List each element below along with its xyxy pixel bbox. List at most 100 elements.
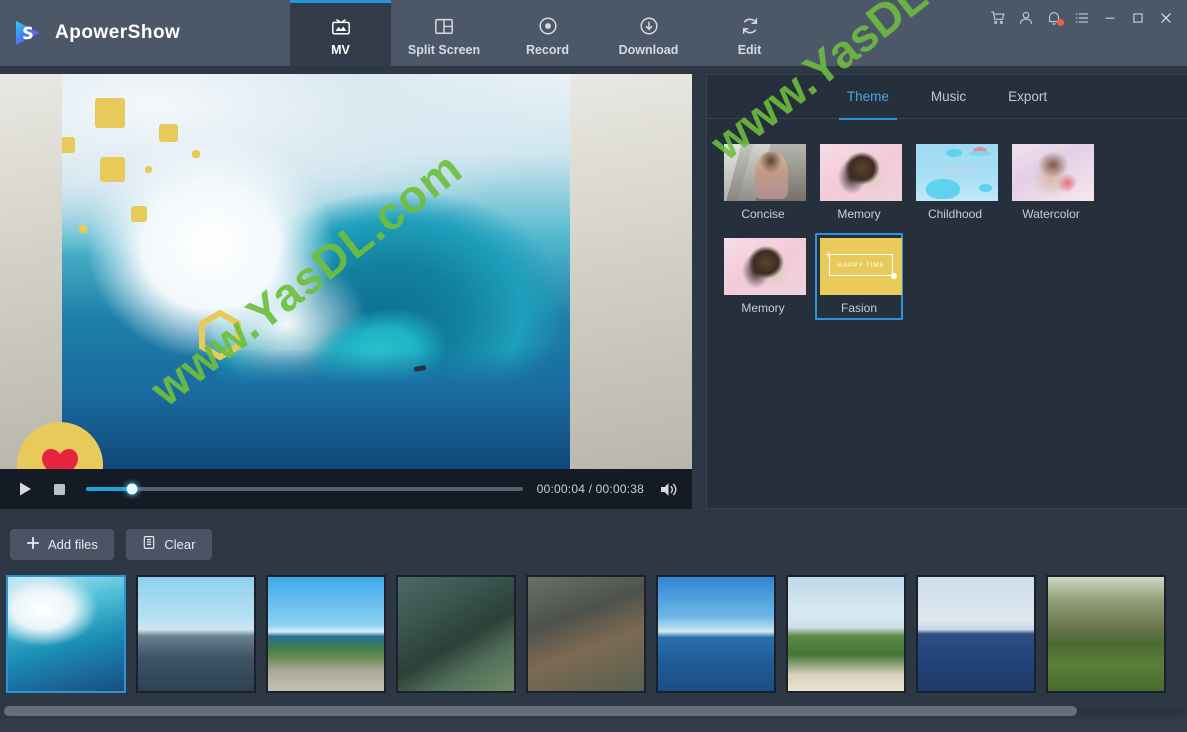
- tv-icon: [330, 13, 352, 39]
- theme-caption-frame: HAPPY TIME: [829, 254, 893, 276]
- filmstrip-item[interactable]: [396, 575, 516, 693]
- theme-label: Concise: [724, 206, 802, 222]
- player-controls: 00:00:04 / 00:00:38: [0, 469, 692, 509]
- nav-tab-split-screen[interactable]: Split Screen: [391, 0, 497, 66]
- theme-grid: Concise Memory MY GROWTH RECORD Childhoo…: [707, 119, 1187, 320]
- theme-label: Memory: [724, 300, 802, 316]
- play-logo-icon: [12, 17, 44, 49]
- filmstrip-item[interactable]: [656, 575, 776, 693]
- scrollbar-track[interactable]: [4, 706, 1183, 716]
- theme-caption: MY GROWTH RECORD: [933, 167, 982, 172]
- theme-label: Fasion: [820, 300, 898, 316]
- progress-slider[interactable]: [86, 487, 523, 491]
- nav-tab-mv-label: MV: [331, 44, 350, 57]
- filmstrip-item[interactable]: [266, 575, 386, 693]
- heart-icon: [40, 447, 80, 469]
- add-files-label: Add files: [48, 537, 98, 552]
- file-toolbar: Add files Clear: [0, 517, 1187, 571]
- tab-music[interactable]: Music: [927, 75, 970, 119]
- trash-icon: [142, 535, 156, 553]
- nav-tab-edit-label: Edit: [738, 44, 762, 57]
- overlay-square: [100, 157, 125, 182]
- time-display: 00:00:04 / 00:00:38: [537, 482, 644, 496]
- theme-item-memory-2[interactable]: Memory: [719, 233, 807, 320]
- play-icon[interactable]: [12, 476, 38, 502]
- overlay-square: [192, 150, 200, 158]
- filmstrip-item[interactable]: [526, 575, 646, 693]
- stop-icon[interactable]: [46, 476, 72, 502]
- filmstrip-scrollbar[interactable]: [0, 703, 1187, 719]
- cart-icon[interactable]: [984, 4, 1012, 32]
- overlay-square: [145, 166, 152, 173]
- record-circle-icon: [537, 13, 559, 39]
- theme-thumbnail: [724, 144, 806, 201]
- preview-frame: [62, 74, 570, 469]
- tab-export[interactable]: Export: [1004, 75, 1051, 119]
- video-preview[interactable]: www.YasDL.com: [0, 74, 692, 469]
- plus-icon: [26, 536, 40, 553]
- tab-theme[interactable]: Theme: [843, 75, 893, 119]
- close-icon[interactable]: [1152, 4, 1180, 32]
- progress-knob[interactable]: [126, 484, 137, 495]
- preview-letterbox-right: [570, 74, 692, 469]
- clear-label: Clear: [164, 537, 195, 552]
- scrollbar-thumb[interactable]: [4, 706, 1077, 716]
- add-files-button[interactable]: Add files: [10, 529, 114, 560]
- nav-tab-download-label: Download: [619, 44, 679, 57]
- theme-item-watercolor[interactable]: Watercolor: [1007, 139, 1095, 226]
- notification-badge: [1057, 19, 1064, 26]
- theme-thumbnail: + HAPPY TIME: [820, 238, 902, 295]
- media-filmstrip[interactable]: [0, 571, 1187, 703]
- nav-tab-download[interactable]: Download: [598, 0, 699, 66]
- refresh-cycle-icon: [739, 13, 761, 39]
- nav-tab-record-label: Record: [526, 44, 569, 57]
- theme-dot: [891, 273, 897, 279]
- overlay-square: [131, 206, 147, 222]
- bell-icon[interactable]: [1040, 4, 1068, 32]
- apowershow-window: ApowerShow MV: [0, 0, 1187, 732]
- theme-thumbnail: [820, 144, 902, 201]
- window-controls: [984, 0, 1187, 36]
- theme-item-memory-1[interactable]: Memory: [815, 139, 903, 226]
- list-icon[interactable]: [1068, 4, 1096, 32]
- theme-item-childhood[interactable]: MY GROWTH RECORD Childhood: [911, 139, 999, 226]
- overlay-hexagon: [196, 309, 244, 361]
- user-icon[interactable]: [1012, 4, 1040, 32]
- theme-item-fasion[interactable]: + HAPPY TIME Fasion: [815, 233, 903, 320]
- overlay-square: [79, 225, 87, 233]
- nav-tab-edit[interactable]: Edit: [699, 0, 800, 66]
- filmstrip-item[interactable]: [1046, 575, 1166, 693]
- status-bar: [0, 719, 1187, 732]
- overlay-square: [95, 98, 125, 128]
- theme-caption: HAPPY TIME: [837, 262, 884, 269]
- volume-icon[interactable]: [656, 477, 680, 501]
- theme-label: Memory: [820, 206, 898, 222]
- theme-thumbnail: MY GROWTH RECORD: [916, 144, 998, 201]
- filmstrip-item[interactable]: [136, 575, 256, 693]
- progress-fill: [86, 487, 132, 491]
- brand-area: ApowerShow: [0, 0, 290, 66]
- filmstrip-item[interactable]: [6, 575, 126, 693]
- theme-item-concise[interactable]: Concise: [719, 139, 807, 226]
- filmstrip-item[interactable]: [786, 575, 906, 693]
- title-bar: ApowerShow MV: [0, 0, 1187, 66]
- filmstrip-item[interactable]: [916, 575, 1036, 693]
- theme-label: Watercolor: [1012, 206, 1090, 222]
- theme-thumbnail: [724, 238, 806, 295]
- theme-thumbnail: [1012, 144, 1094, 201]
- layout-split-icon: [433, 13, 455, 39]
- wave-water: [62, 349, 570, 469]
- nav-tab-mv[interactable]: MV: [290, 0, 391, 66]
- side-panel: Theme Music Export Concise Memory: [706, 74, 1187, 509]
- overlay-square: [159, 124, 178, 142]
- overlay-square: [62, 137, 75, 153]
- minimize-icon[interactable]: [1096, 4, 1124, 32]
- clear-button[interactable]: Clear: [126, 529, 212, 560]
- main-nav-tabs: MV Split Screen Record: [290, 0, 800, 66]
- side-panel-tabs: Theme Music Export: [707, 75, 1187, 119]
- nav-tab-split-screen-label: Split Screen: [408, 44, 480, 57]
- preview-letterbox-left: [0, 74, 62, 469]
- maximize-icon[interactable]: [1124, 4, 1152, 32]
- download-arrow-icon: [638, 13, 660, 39]
- nav-tab-record[interactable]: Record: [497, 0, 598, 66]
